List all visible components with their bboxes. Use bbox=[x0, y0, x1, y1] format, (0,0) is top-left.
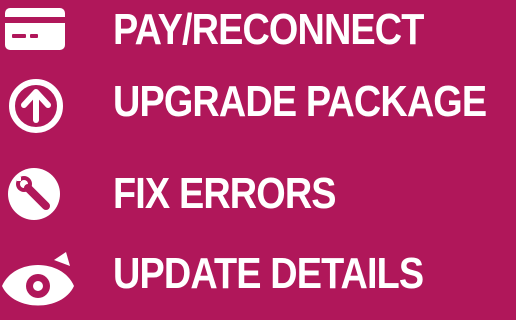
menu-item-pay-reconnect[interactable]: PAY/RECONNECT bbox=[0, 0, 516, 64]
upgrade-arrow-icon bbox=[0, 74, 80, 138]
menu-item-label: FIX ERRORS bbox=[113, 169, 337, 218]
credit-card-icon bbox=[0, 0, 80, 64]
menu-item-upgrade-package[interactable]: UPGRADE PACKAGE bbox=[0, 74, 516, 138]
menu-item-label: UPDATE DETAILS bbox=[113, 249, 424, 298]
wrench-icon bbox=[0, 164, 80, 228]
eye-icon bbox=[0, 250, 80, 314]
menu-item-label: UPGRADE PACKAGE bbox=[113, 77, 487, 126]
options-menu: PAY/RECONNECT UPGRADE PACKAGE FIX ERRORS bbox=[0, 0, 516, 320]
menu-item-fix-errors[interactable]: FIX ERRORS bbox=[0, 164, 516, 228]
menu-item-update-details[interactable]: UPDATE DETAILS bbox=[0, 250, 516, 314]
menu-item-label: PAY/RECONNECT bbox=[113, 5, 424, 54]
